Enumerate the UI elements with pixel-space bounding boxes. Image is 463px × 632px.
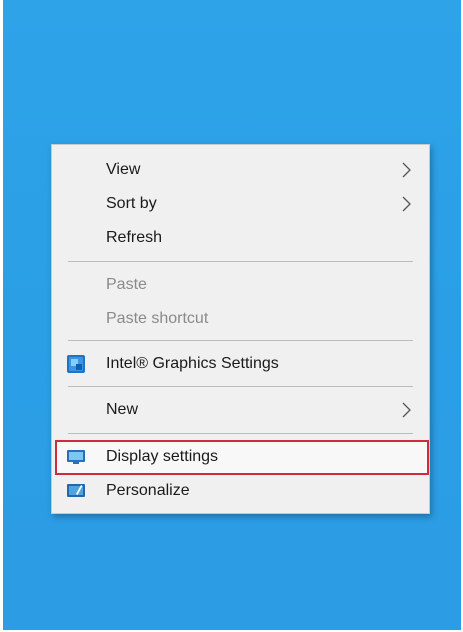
menu-item-paste: Paste <box>52 268 429 302</box>
menu-item-label: Paste <box>106 276 147 293</box>
chevron-right-icon <box>402 162 411 178</box>
display-icon <box>67 450 85 464</box>
menu-item-label: New <box>106 401 139 418</box>
menu-separator <box>68 433 413 434</box>
menu-item-label: Display settings <box>106 448 219 465</box>
menu-separator <box>68 386 413 387</box>
menu-item-label: Personalize <box>106 482 190 499</box>
menu-item-view[interactable]: View <box>52 153 429 187</box>
personalize-icon <box>67 484 85 497</box>
intel-graphics-icon <box>67 355 85 373</box>
menu-item-label: Sort by <box>106 195 157 212</box>
menu-separator <box>68 340 413 341</box>
menu-item-refresh[interactable]: Refresh <box>52 221 429 255</box>
menu-item-label: Intel® Graphics Settings <box>106 355 279 372</box>
menu-separator <box>68 261 413 262</box>
chevron-right-icon <box>402 196 411 212</box>
menu-item-label: Refresh <box>106 229 163 246</box>
menu-item-display-settings[interactable]: Display settings <box>52 440 429 474</box>
menu-item-sort-by[interactable]: Sort by <box>52 187 429 221</box>
chevron-right-icon <box>402 402 411 418</box>
menu-item-label: Paste shortcut <box>106 310 209 327</box>
menu-item-personalize[interactable]: Personalize <box>52 474 429 508</box>
menu-item-new[interactable]: New <box>52 393 429 427</box>
menu-item-paste-shortcut: Paste shortcut <box>52 302 429 336</box>
context-menu: View Sort by Refresh Paste Paste shortcu… <box>51 144 430 514</box>
menu-item-label: View <box>106 161 141 178</box>
menu-item-intel-graphics-settings[interactable]: Intel® Graphics Settings <box>52 347 429 381</box>
